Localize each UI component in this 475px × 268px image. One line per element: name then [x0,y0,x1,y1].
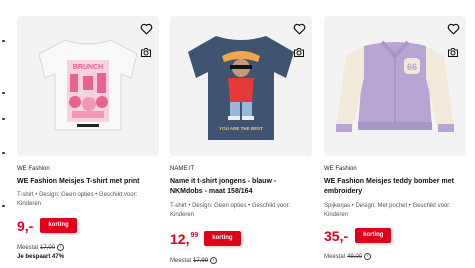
product-card[interactable]: YOU ARE THE BEST NAME IT Name it t-shirt… [170,16,312,268]
was-price-row: Meestal 17,00 i [17,244,65,251]
heart-icon[interactable] [290,20,308,38]
was-price: 17,00 [40,244,56,251]
was-label: Meestal [324,253,346,260]
info-icon[interactable]: i [364,253,372,260]
info-icon[interactable]: i [210,257,218,264]
price-cents: 99 [190,231,199,239]
product-title[interactable]: Name it t-shirt jongens - blauw - NKMdob… [170,177,310,197]
print-text: 66 [407,62,417,72]
was-label: Meestal [17,244,39,251]
was-price: 49,00 [347,253,363,260]
discount-badge: korting [355,228,392,243]
was-label: Meestal [170,257,192,264]
product-specs: T-shirt • Design: Geen opties • Geschikt… [170,203,291,218]
product-card[interactable]: BRUNCH WE Fashion WE Fashion Meisjes T-s… [17,16,159,268]
product-brand: WE Fashion [17,166,50,172]
camera-search-icon[interactable] [444,43,462,61]
product-image[interactable]: YOU ARE THE BEST [170,16,312,156]
price: 12, 99 [170,232,198,246]
discount-badge: korting [204,231,241,246]
price-row: 12, 99 korting [170,231,241,246]
print-text: BRUNCH [73,64,103,71]
product-image[interactable]: 66 [324,16,466,156]
heart-icon[interactable] [137,20,155,38]
product-card[interactable]: 66 WE Fashion WE Fashion Meisjes teddy b… [324,16,466,268]
price-main: 12, [170,230,190,247]
price-main: 35,- [324,227,349,244]
product-specs: T-shirt • Design: Geen opties • Geschikt… [17,192,138,207]
price: 35,- [324,229,349,243]
was-price-row: Meestal 49,00 i [324,253,372,260]
camera-search-icon[interactable] [137,43,155,61]
price-main: 9,- [17,217,34,234]
price-row: 9,- korting [17,218,77,233]
product-image[interactable]: BRUNCH [17,16,159,156]
product-brand: NAME IT [170,166,195,172]
was-price-row: Meestal 17,99 i [170,257,218,264]
price: 9,- [17,219,34,233]
previous-card-edge [0,0,6,268]
heart-icon[interactable] [444,20,462,38]
info-icon[interactable]: i [57,244,65,251]
product-title[interactable]: WE Fashion Meisjes T-shirt met print [17,177,157,187]
price-row: 35,- korting [324,228,392,243]
product-specs: Spijkerjas • Design: Met pochet • Geschi… [324,203,451,218]
product-brand: WE Fashion [324,166,357,172]
discount-badge: korting [40,218,77,233]
print-text: YOU ARE THE BEST [219,126,263,131]
saving-text: Je bespaart 47% [17,254,65,260]
was-price: 17,99 [193,257,209,264]
product-title[interactable]: WE Fashion Meisjes teddy bomber met embr… [324,177,464,197]
camera-search-icon[interactable] [290,43,308,61]
